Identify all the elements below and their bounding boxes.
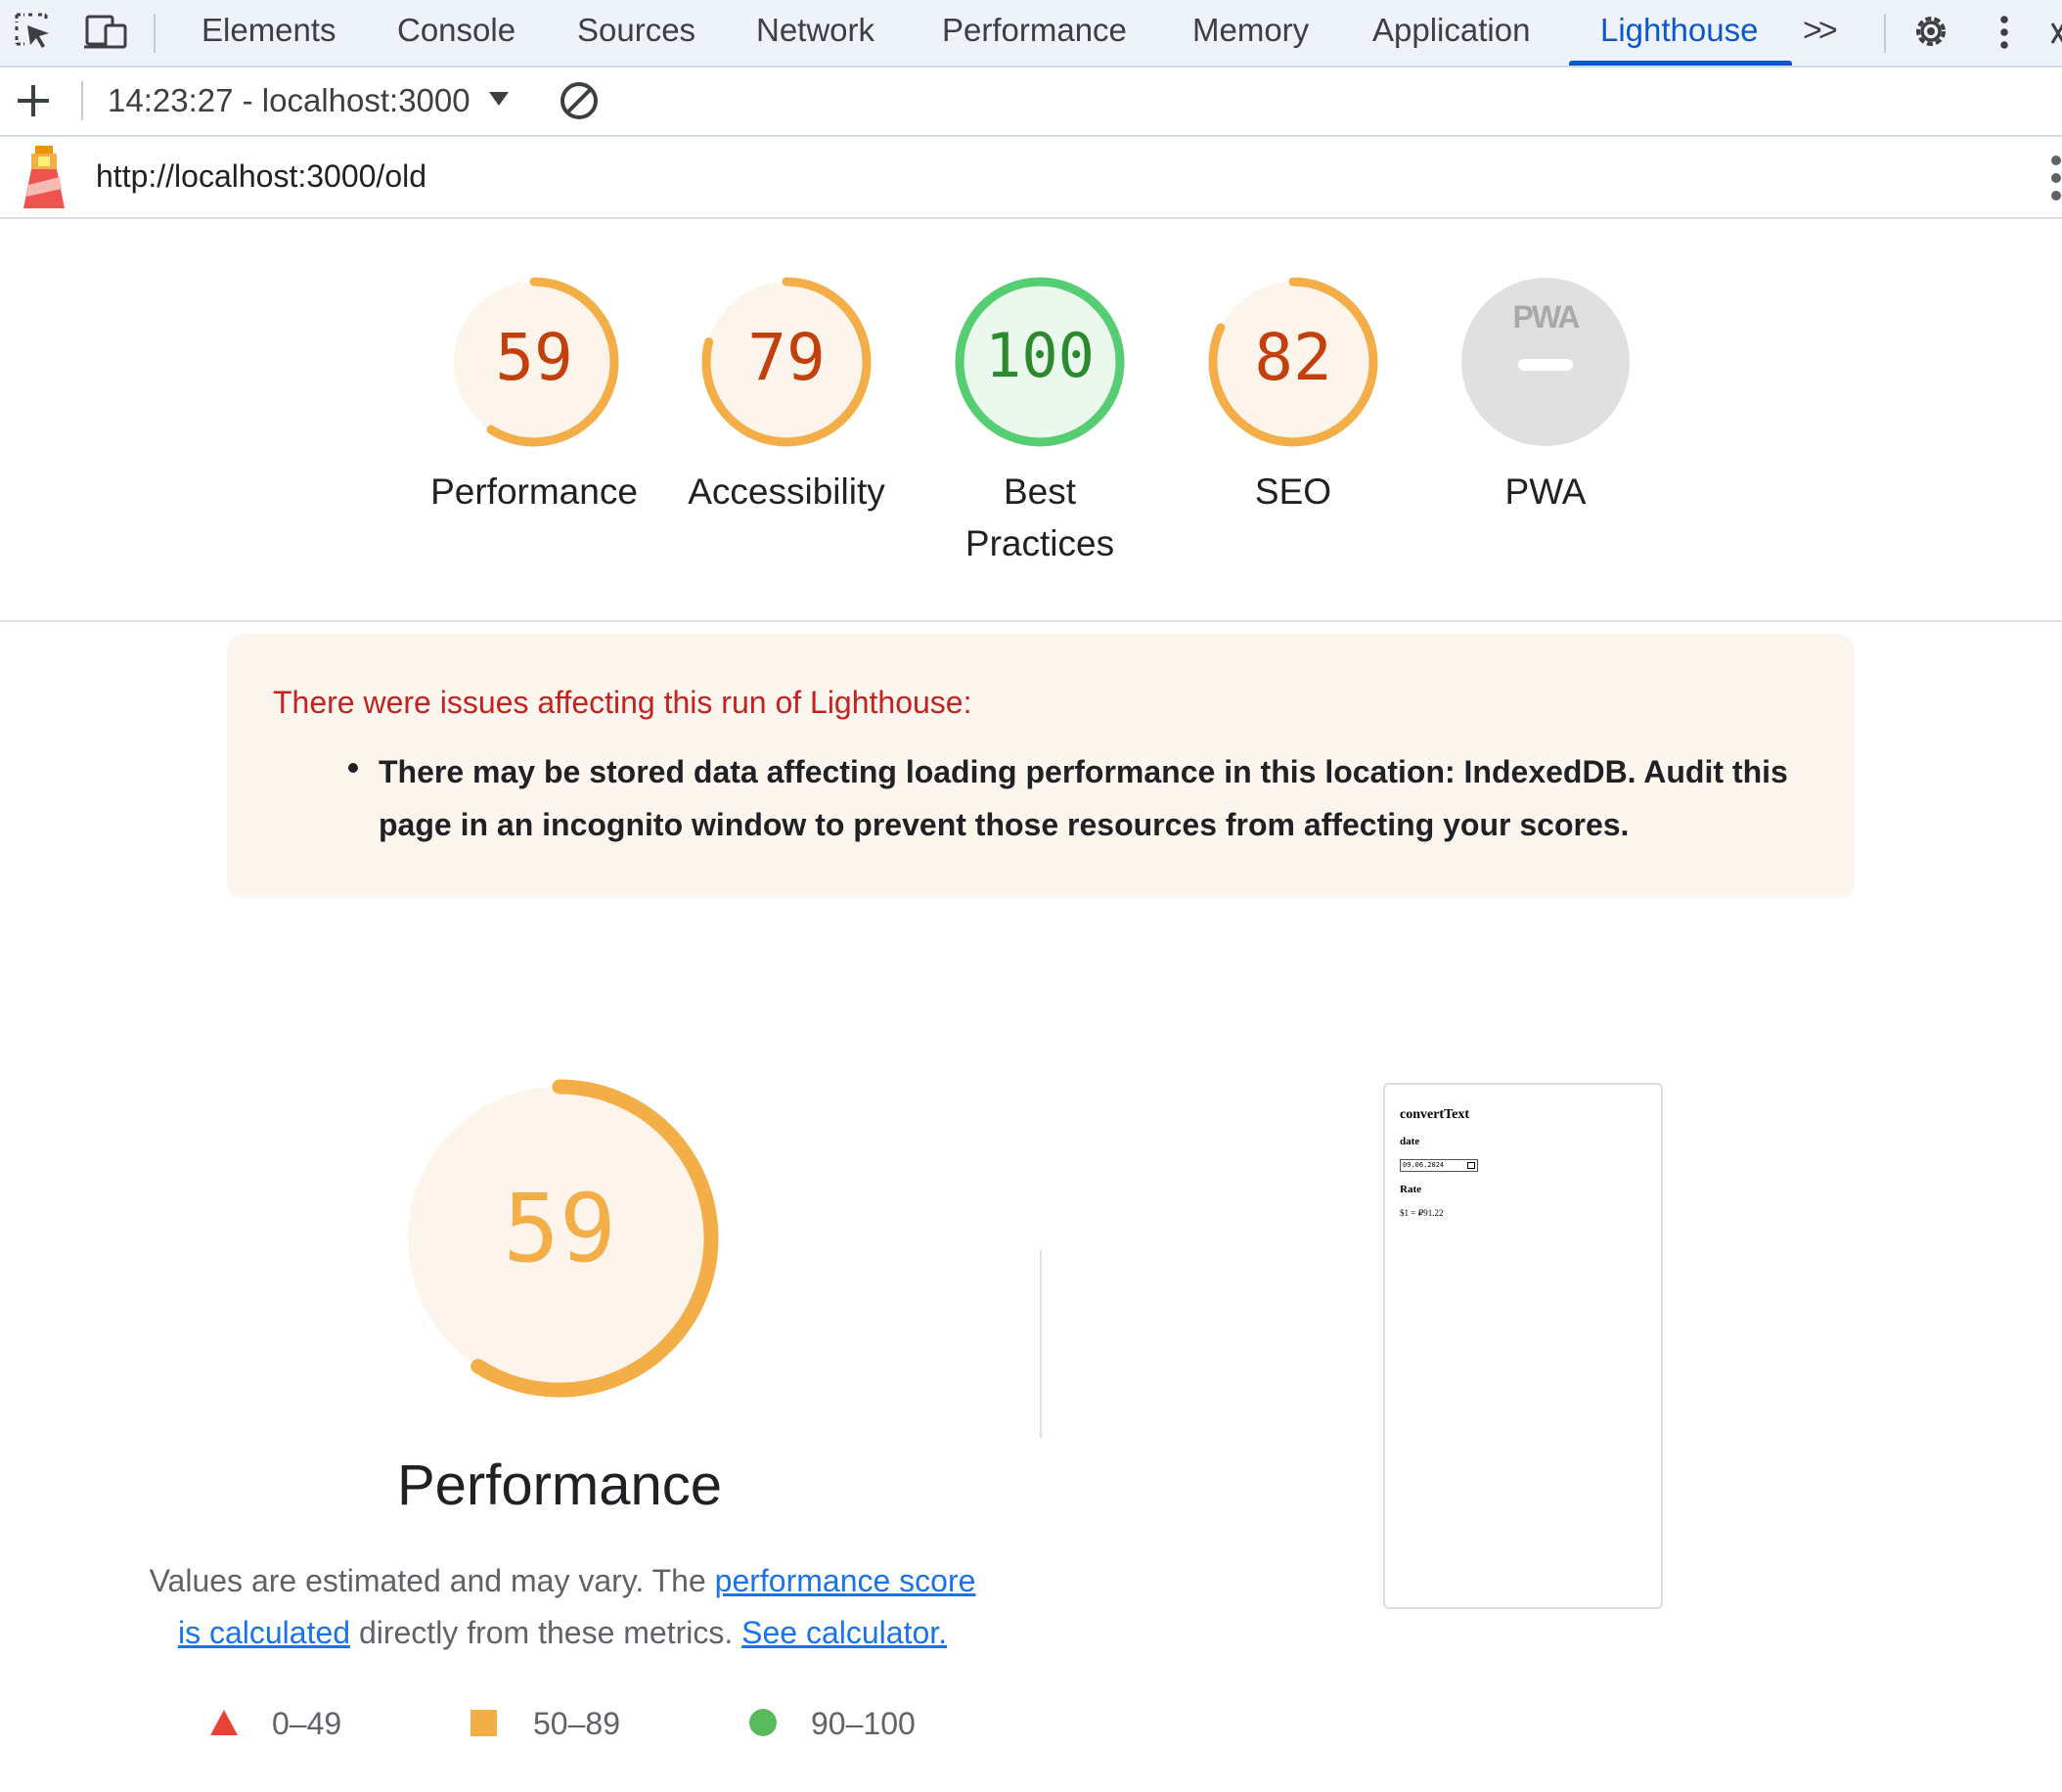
lighthouse-toolbar: 14:23:27 - localhost:3000 <box>0 67 2062 137</box>
pwa-badge-text: PWA <box>1512 299 1581 335</box>
gauge-pwa-label: PWA <box>1504 471 1587 512</box>
new-report-icon[interactable] <box>14 81 53 120</box>
gauge-accessibility-score: 79 <box>747 320 826 395</box>
report-url-bar: http://localhost:3000/old <box>0 137 2062 219</box>
gauge-best-practices-label-line2: Practices <box>964 523 1115 563</box>
final-screenshot-thumbnail[interactable]: convertText date 09.06.2024 Rate $1 = ₽9… <box>1383 1083 1663 1609</box>
gauge-pwa-badge <box>1461 278 1630 446</box>
customize-menu-icon[interactable] <box>1995 14 2013 53</box>
inspect-element-icon[interactable] <box>14 12 53 51</box>
lighthouse-logo-icon <box>22 146 67 208</box>
screenshot-heading: convertText <box>1400 1107 1470 1122</box>
gauge-performance-score: 59 <box>495 320 573 395</box>
devtools-tab-bar: Elements Console Sources Network Perform… <box>0 0 2062 67</box>
warning-bullet <box>348 763 358 773</box>
screenshot-rate-label: Rate <box>1400 1184 1421 1195</box>
gauge-accessibility-label: Accessibility <box>688 471 885 512</box>
legend-fail-range: 0–49 <box>272 1706 342 1741</box>
tab-application[interactable]: Application <box>1372 0 1530 66</box>
section-vertical-divider <box>1040 1250 1042 1438</box>
clear-all-icon[interactable] <box>558 79 601 122</box>
gauge-seo-label: SEO <box>1254 471 1332 512</box>
gauge-best-practices-score: 100 <box>985 320 1095 391</box>
tab-network[interactable]: Network <box>756 0 874 66</box>
run-warnings-title: There were issues affecting this run of … <box>273 685 972 720</box>
settings-gear-icon[interactable] <box>1909 10 1952 53</box>
tab-lighthouse[interactable]: Lighthouse <box>1600 0 1758 66</box>
more-tabs-icon[interactable]: >> <box>1803 0 1838 66</box>
tab-console[interactable]: Console <box>397 0 516 66</box>
report-selector[interactable]: 14:23:27 - localhost:3000 <box>108 81 509 120</box>
gauge-performance-label: Performance <box>430 471 638 512</box>
performance-score-large: 59 <box>503 1174 616 1283</box>
device-toolbar-icon[interactable] <box>84 12 129 51</box>
run-warning-item: There may be stored data affecting loadi… <box>379 754 1788 842</box>
description-text-1: Values are estimated and may vary. The <box>149 1563 715 1598</box>
gauge-best-practices-label-line1: Best <box>1003 471 1077 512</box>
tab-performance[interactable]: Performance <box>942 0 1127 66</box>
screenshot-rate-value: $1 = ₽91.22 <box>1400 1208 1444 1218</box>
description-text-2: directly from these metrics. <box>350 1615 742 1650</box>
report-selector-label: 14:23:27 - localhost:3000 <box>108 82 471 118</box>
fail-triangle-icon <box>209 1709 239 1736</box>
pass-circle-icon <box>749 1709 777 1736</box>
gauge-seo-score: 82 <box>1254 320 1332 395</box>
legend-average-range: 50–89 <box>533 1706 620 1741</box>
tab-memory[interactable]: Memory <box>1192 0 1309 66</box>
tab-sources[interactable]: Sources <box>577 0 695 66</box>
performance-description: Values are estimated and may vary. The p… <box>137 1555 988 1659</box>
tab-elements[interactable]: Elements <box>202 0 336 66</box>
report-menu-icon[interactable] <box>2046 155 2062 203</box>
gauge-pwa[interactable] <box>1448 264 1643 460</box>
close-devtools-icon[interactable] <box>2050 14 2062 53</box>
performance-heading: Performance <box>396 1454 723 1517</box>
see-calculator-link[interactable]: See calculator. <box>741 1615 947 1650</box>
section-divider <box>0 620 2062 622</box>
screenshot-date-value: 09.06.2024 <box>1403 1161 1445 1169</box>
report-url: http://localhost:3000/old <box>96 158 427 194</box>
calendar-icon <box>1467 1162 1475 1169</box>
screenshot-date-input: 09.06.2024 <box>1400 1159 1478 1172</box>
active-tab-indicator <box>1569 61 1792 66</box>
average-square-icon <box>471 1710 497 1736</box>
screenshot-date-label: date <box>1400 1136 1420 1147</box>
dropdown-arrow-icon <box>488 92 509 106</box>
legend-pass-range: 90–100 <box>811 1706 916 1741</box>
